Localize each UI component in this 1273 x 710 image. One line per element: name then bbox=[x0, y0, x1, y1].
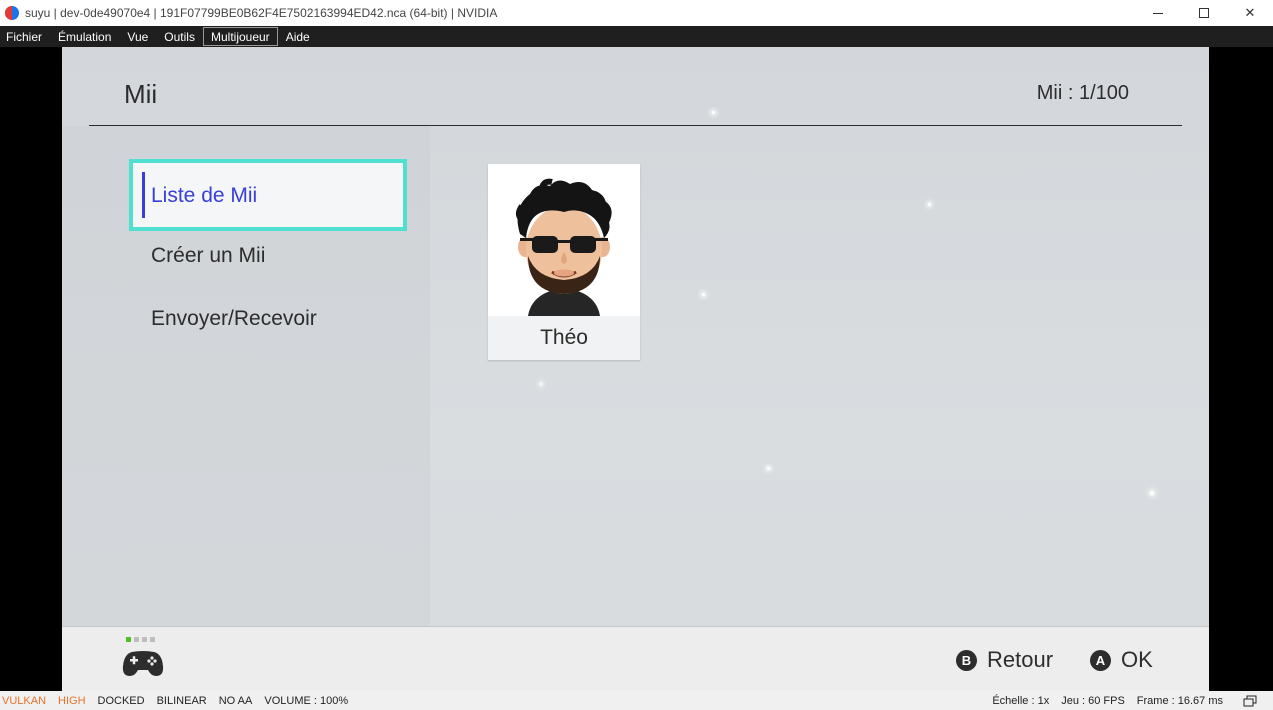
suyu-logo-icon bbox=[5, 6, 19, 20]
game-screen: Mii Mii : 1/100 Liste de Mii Créer un Mi… bbox=[62, 47, 1209, 691]
status-fps: Jeu : 60 FPS bbox=[1061, 694, 1125, 707]
mii-avatar bbox=[488, 164, 640, 316]
nav-item-label: Liste de Mii bbox=[151, 184, 258, 207]
sparkle bbox=[1150, 491, 1154, 495]
status-filter[interactable]: BILINEAR bbox=[151, 695, 213, 707]
menu-multiplayer[interactable]: Multijoueur bbox=[202, 27, 278, 46]
window-title: suyu | dev-0de49070e4 | 191F07799BE0B62F… bbox=[25, 6, 498, 20]
window-restore-icon[interactable] bbox=[1243, 695, 1257, 707]
status-bar: VULKAN HIGH DOCKED BILINEAR NO AA VOLUME… bbox=[0, 691, 1273, 710]
minimize-button[interactable] bbox=[1135, 0, 1181, 26]
mii-count: Mii : 1/100 bbox=[1036, 82, 1129, 104]
nav-item-send-receive[interactable]: Envoyer/Recevoir bbox=[151, 307, 317, 331]
controller-icon bbox=[122, 651, 164, 676]
page-title: Mii bbox=[124, 79, 158, 109]
player-indicator bbox=[126, 637, 155, 642]
mii-name: Théo bbox=[488, 316, 640, 360]
status-frame-time: Frame : 16.67 ms bbox=[1136, 694, 1223, 707]
menu-emulation[interactable]: Émulation bbox=[50, 27, 119, 46]
maximize-icon bbox=[1199, 8, 1209, 18]
player-dot bbox=[134, 637, 139, 642]
back-label: Retour bbox=[987, 647, 1054, 672]
menu-help[interactable]: Aide bbox=[278, 27, 318, 46]
nav-item-create-mii[interactable]: Créer un Mii bbox=[151, 244, 265, 268]
player-dot-active bbox=[126, 637, 131, 642]
status-api[interactable]: VULKAN bbox=[0, 695, 52, 707]
back-button[interactable]: B Retour bbox=[956, 647, 1053, 673]
window-title-bar: suyu | dev-0de49070e4 | 191F07799BE0B62F… bbox=[0, 0, 1273, 26]
status-dock-mode[interactable]: DOCKED bbox=[92, 695, 151, 707]
b-button-icon: B bbox=[956, 649, 977, 671]
ok-button[interactable]: A OK bbox=[1090, 647, 1153, 673]
mii-card[interactable]: Théo bbox=[488, 164, 640, 360]
minimize-icon bbox=[1153, 12, 1163, 14]
ok-label: OK bbox=[1121, 647, 1153, 672]
status-volume[interactable]: VOLUME : 100% bbox=[258, 695, 354, 707]
menu-tools[interactable]: Outils bbox=[156, 27, 203, 46]
status-aa[interactable]: NO AA bbox=[213, 695, 259, 707]
window-controls: ✕ bbox=[1135, 0, 1273, 26]
sparkle bbox=[928, 203, 931, 206]
sparkle bbox=[702, 293, 705, 296]
player-dot bbox=[150, 637, 155, 642]
sparkle bbox=[767, 467, 770, 470]
footer-bar: B Retour A OK bbox=[62, 626, 1209, 691]
player-dot bbox=[142, 637, 147, 642]
sparkle bbox=[712, 111, 715, 114]
sparkle bbox=[540, 383, 542, 385]
menu-file[interactable]: Fichier bbox=[0, 27, 50, 46]
status-accuracy[interactable]: HIGH bbox=[52, 695, 92, 707]
a-button-icon: A bbox=[1090, 649, 1111, 671]
header-divider bbox=[89, 125, 1182, 126]
menu-view[interactable]: Vue bbox=[119, 27, 156, 46]
selection-indicator bbox=[142, 172, 145, 218]
close-icon: ✕ bbox=[1244, 5, 1256, 20]
status-metrics: Échelle : 1x Jeu : 60 FPS Frame : 16.67 … bbox=[986, 691, 1273, 710]
close-button[interactable]: ✕ bbox=[1227, 0, 1273, 26]
status-scale: Échelle : 1x bbox=[992, 694, 1050, 707]
maximize-button[interactable] bbox=[1181, 0, 1227, 26]
nav-item-mii-list[interactable]: Liste de Mii bbox=[129, 159, 407, 231]
menu-bar: Fichier Émulation Vue Outils Multijoueur… bbox=[0, 26, 1273, 47]
